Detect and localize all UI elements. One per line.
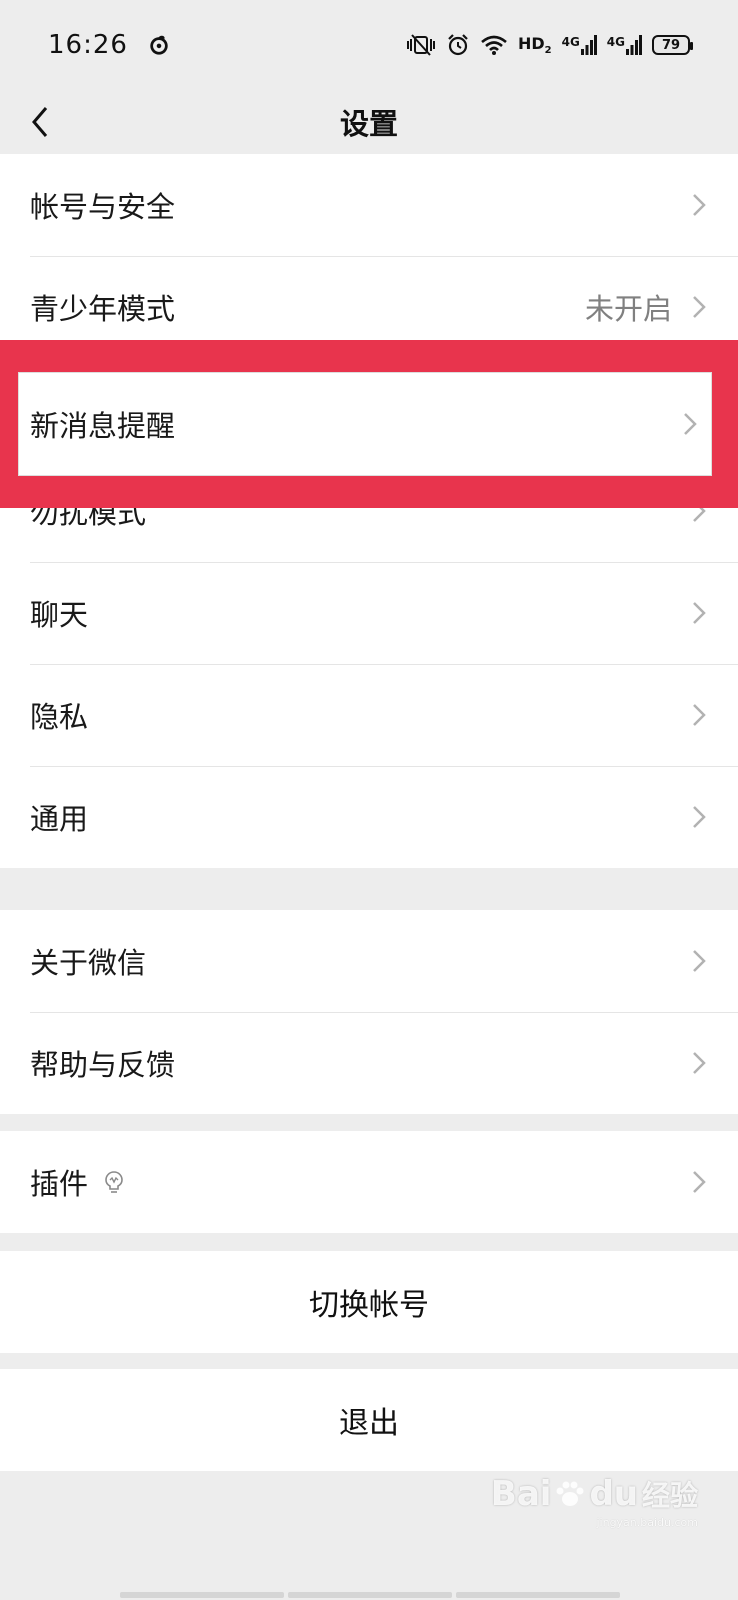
chevron-right-icon <box>693 194 706 216</box>
alarm-icon <box>448 34 468 56</box>
net-type-2: 4G <box>606 35 625 49</box>
watermark-brand-b: du <box>589 1474 638 1514</box>
settings-item-plugins[interactable]: 插件 <box>0 1131 738 1233</box>
watermark-url: jingyan.baidu.com <box>596 1516 698 1529</box>
teen-mode-status: 未开启 <box>584 292 672 326</box>
back-arrow-icon[interactable] <box>22 102 62 142</box>
settings-item-help-feedback[interactable]: 帮助与反馈 <box>0 1012 738 1114</box>
paw-icon <box>556 1481 584 1506</box>
highlight-annotation: 新消息提醒 <box>0 340 738 508</box>
settings-group-plugins: 插件 <box>0 1131 738 1233</box>
settings-item-general[interactable]: 通用 <box>0 766 738 868</box>
signal-2: 4G <box>607 35 642 55</box>
chevron-right-icon <box>693 806 706 828</box>
home-indicator-segment <box>288 1592 452 1598</box>
highlighted-new-message-alerts[interactable]: 新消息提醒 <box>18 372 712 476</box>
settings-item-label: 关于微信 <box>30 946 147 980</box>
signal-bars-icon <box>580 35 597 55</box>
settings-item-label: 隐私 <box>30 700 89 734</box>
chevron-right-icon <box>693 296 706 318</box>
status-icons: HD2 4G 4G 79 <box>406 33 693 57</box>
baidu-watermark: Bai du 经验 <box>491 1474 698 1514</box>
hd-label: HD <box>517 33 545 53</box>
settings-group-about: 关于微信 帮助与反馈 <box>0 910 738 1114</box>
logout-button[interactable]: 退出 <box>0 1369 738 1471</box>
chevron-right-icon <box>693 704 706 726</box>
chevron-right-icon <box>693 950 706 972</box>
signal-bars-icon <box>626 35 642 55</box>
watermark-brand-a: Bai <box>490 1474 552 1514</box>
battery-icon: 79 <box>652 35 693 55</box>
lightbulb-icon <box>105 1171 123 1193</box>
status-time: 16:26 <box>48 30 128 60</box>
signal-1: 4G <box>562 35 597 55</box>
wifi-icon <box>481 35 507 55</box>
settings-item-label: 帐号与安全 <box>30 190 176 224</box>
settings-group-main: 帐号与安全 青少年模式 未开启 勿扰模式 聊天 隐私 通用 <box>0 154 738 868</box>
settings-item-label: 通用 <box>30 802 89 836</box>
settings-item-privacy[interactable]: 隐私 <box>0 664 738 766</box>
chevron-right-icon <box>693 1171 706 1193</box>
hd-sub: 2 <box>544 45 552 57</box>
hd-indicator: HD2 <box>518 34 552 56</box>
home-indicator-segment <box>120 1592 284 1598</box>
home-indicator <box>120 1592 620 1598</box>
watermark-brand-c: 经验 <box>641 1479 698 1512</box>
settings-item-chat[interactable]: 聊天 <box>0 562 738 664</box>
mute-vibrate-icon <box>406 34 435 56</box>
nav-bar: 设置 <box>0 90 738 154</box>
page-title: 设置 <box>339 107 398 141</box>
chevron-right-icon <box>693 602 706 624</box>
chevron-right-icon <box>684 413 697 435</box>
settings-item-account-security[interactable]: 帐号与安全 <box>0 154 738 256</box>
settings-item-label: 插件 <box>30 1167 89 1201</box>
settings-item-label: 聊天 <box>30 598 89 632</box>
settings-item-label: 新消息提醒 <box>30 409 176 443</box>
netease-music-icon <box>150 35 168 55</box>
settings-item-about-wechat[interactable]: 关于微信 <box>0 910 738 1012</box>
status-bar: 16:26 HD2 4G 4G 79 <box>0 0 738 90</box>
settings-item-label: 帮助与反馈 <box>30 1048 176 1082</box>
home-indicator-segment <box>456 1592 620 1598</box>
net-type-1: 4G <box>561 35 580 49</box>
settings-item-label: 青少年模式 <box>30 292 176 326</box>
switch-account-button[interactable]: 切换帐号 <box>0 1251 738 1353</box>
chevron-right-icon <box>693 1052 706 1074</box>
